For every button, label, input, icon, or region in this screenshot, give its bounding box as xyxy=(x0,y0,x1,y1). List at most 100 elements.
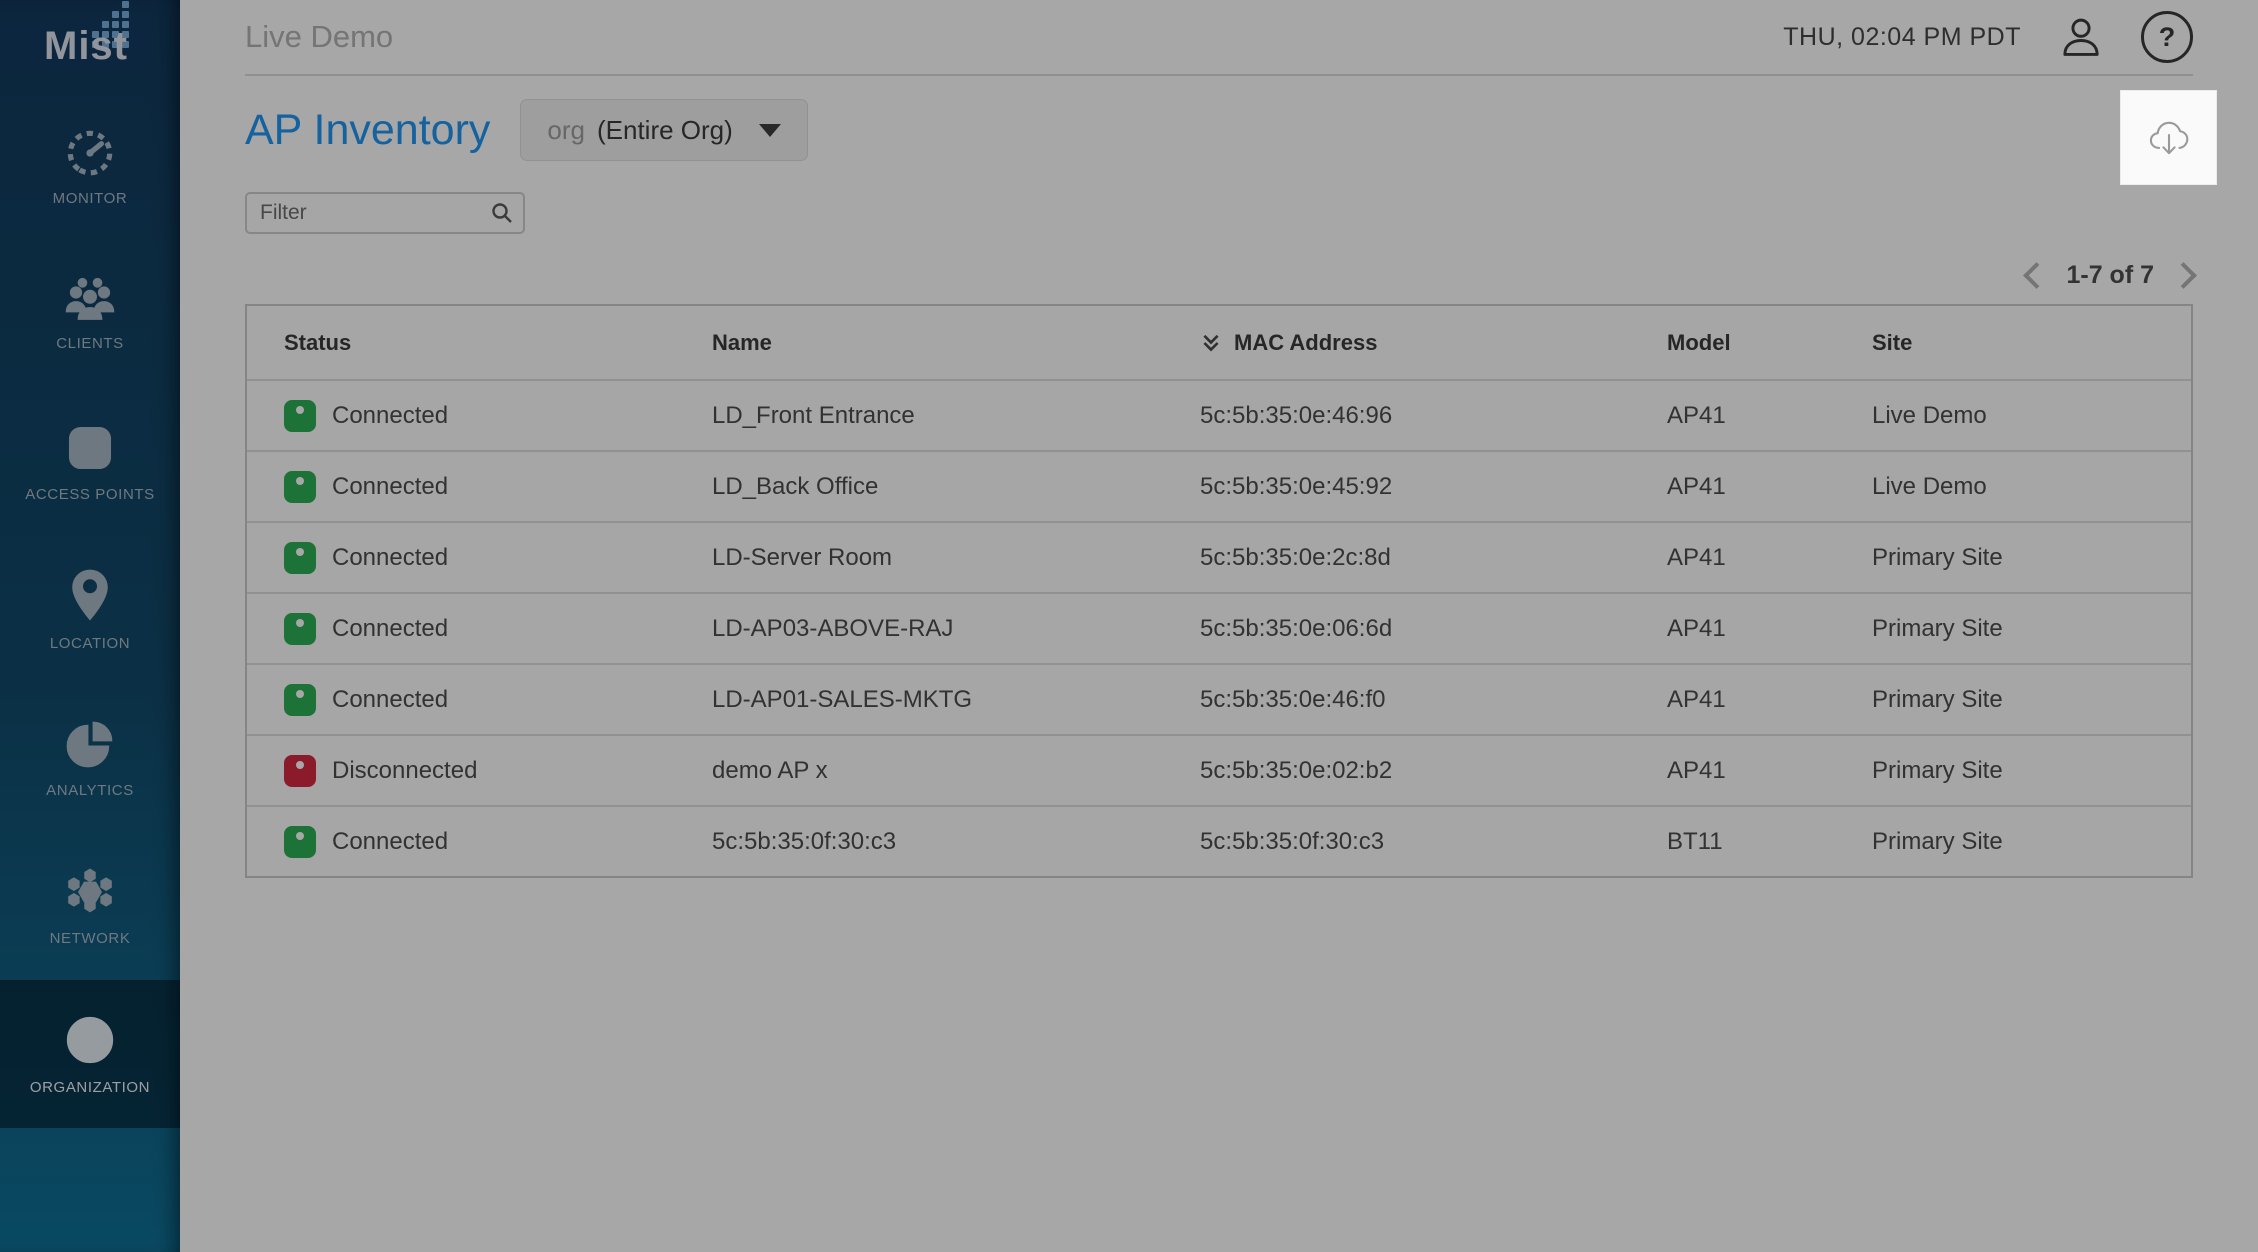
column-header-model[interactable]: Model xyxy=(1667,330,1872,356)
top-bar: Live Demo THU, 02:04 PM PDT ? xyxy=(180,0,2258,74)
sidebar-item-location[interactable]: LOCATION xyxy=(0,536,180,684)
ap-model: AP41 xyxy=(1667,757,1872,785)
table-row[interactable]: Disconnected demo AP x 5c:5b:35:0e:02:b2… xyxy=(247,734,2191,805)
sidebar-item-monitor[interactable]: MONITOR xyxy=(0,92,180,240)
table-row[interactable]: Connected LD_Back Office 5c:5b:35:0e:45:… xyxy=(247,450,2191,521)
status-text: Disconnected xyxy=(332,757,477,785)
sidebar-item-label: CLIENTS xyxy=(56,335,124,352)
ap-site: Primary Site xyxy=(1872,757,2191,785)
sidebar-item-organization[interactable]: ORGANIZATION xyxy=(0,980,180,1128)
help-icon: ? xyxy=(2159,22,2176,53)
header-divider xyxy=(245,74,2193,76)
ap-site: Live Demo xyxy=(1872,402,2191,430)
status-text: Connected xyxy=(332,473,448,501)
access-point-icon xyxy=(63,421,117,475)
sidebar-item-clients[interactable]: CLIENTS xyxy=(0,240,180,388)
sidebar-item-label: ANALYTICS xyxy=(46,782,134,799)
pagination: 1-7 of 7 xyxy=(245,259,2193,291)
search-icon xyxy=(490,201,514,225)
page-title: AP Inventory xyxy=(245,106,490,155)
ap-name: LD_Back Office xyxy=(712,473,1200,501)
help-button[interactable]: ? xyxy=(2141,11,2193,63)
chevron-right-icon[interactable] xyxy=(2170,262,2197,289)
table-row[interactable]: Connected LD-Server Room 5c:5b:35:0e:2c:… xyxy=(247,521,2191,592)
user-icon xyxy=(2059,15,2103,59)
ap-site: Primary Site xyxy=(1872,828,2191,856)
sidebar-item-label: MONITOR xyxy=(53,190,128,207)
page-title-row: AP Inventory org (Entire Org) xyxy=(245,99,2193,161)
user-account-button[interactable] xyxy=(2059,15,2103,59)
status-text: Connected xyxy=(332,686,448,714)
globe-icon xyxy=(62,1012,118,1068)
ap-site: Primary Site xyxy=(1872,686,2191,714)
sidebar: Mist MONITOR xyxy=(0,0,180,1252)
map-pin-icon xyxy=(65,568,115,624)
gauge-icon xyxy=(63,125,117,179)
column-header-name[interactable]: Name xyxy=(712,330,1200,356)
status-text: Connected xyxy=(332,402,448,430)
pagination-range: 1-7 of 7 xyxy=(2066,261,2154,290)
sidebar-item-access-points[interactable]: ACCESS POINTS xyxy=(0,388,180,536)
ap-model: AP41 xyxy=(1667,615,1872,643)
ap-name: LD_Front Entrance xyxy=(712,402,1200,430)
status-text: Connected xyxy=(332,828,448,856)
table-row[interactable]: Connected LD_Front Entrance 5c:5b:35:0e:… xyxy=(247,379,2191,450)
clients-group-icon xyxy=(62,276,118,324)
column-header-mac-label: MAC Address xyxy=(1234,330,1377,356)
ap-mac: 5c:5b:35:0e:46:96 xyxy=(1200,402,1667,430)
sidebar-item-label: NETWORK xyxy=(50,930,131,947)
table-header-row: Status Name MAC Address Model Site xyxy=(247,306,2191,379)
org-scope-dropdown[interactable]: org (Entire Org) xyxy=(520,99,807,161)
hexagon-network-icon xyxy=(63,865,117,919)
cloud-download-icon xyxy=(2148,119,2190,157)
ap-mac: 5c:5b:35:0e:02:b2 xyxy=(1200,757,1667,785)
sidebar-nav: MONITOR CLIENTS xyxy=(0,92,180,1128)
ap-model: AP41 xyxy=(1667,686,1872,714)
status-text: Connected xyxy=(332,544,448,572)
sidebar-item-network[interactable]: NETWORK xyxy=(0,832,180,980)
table-row[interactable]: Connected 5c:5b:35:0f:30:c3 5c:5b:35:0f:… xyxy=(247,805,2191,876)
ap-model: AP41 xyxy=(1667,402,1872,430)
app-window: Mist MONITOR xyxy=(0,0,2258,1252)
chevron-down-icon xyxy=(759,124,781,137)
chevron-left-icon[interactable] xyxy=(2024,262,2051,289)
status-led-icon xyxy=(284,755,316,787)
filter-input[interactable] xyxy=(245,192,525,234)
table-row[interactable]: Connected LD-AP03-ABOVE-RAJ 5c:5b:35:0e:… xyxy=(247,592,2191,663)
ap-inventory-table: Status Name MAC Address Model Site Conne… xyxy=(245,304,2193,878)
scope-value-label: (Entire Org) xyxy=(597,115,733,146)
main-content: Live Demo THU, 02:04 PM PDT ? AP Invento… xyxy=(180,0,2258,1252)
org-name-title: Live Demo xyxy=(245,19,393,55)
export-inventory-button[interactable] xyxy=(2120,90,2217,185)
filter-row xyxy=(245,192,525,234)
ap-mac: 5c:5b:35:0f:30:c3 xyxy=(1200,828,1667,856)
ap-model: BT11 xyxy=(1667,828,1872,856)
column-header-status[interactable]: Status xyxy=(247,330,712,356)
sidebar-item-label: LOCATION xyxy=(50,635,130,652)
status-text: Connected xyxy=(332,615,448,643)
mist-logo-text: Mist xyxy=(44,24,128,69)
mist-logo[interactable]: Mist xyxy=(0,0,180,92)
table-row[interactable]: Connected LD-AP01-SALES-MKTG 5c:5b:35:0e… xyxy=(247,663,2191,734)
ap-mac: 5c:5b:35:0e:2c:8d xyxy=(1200,544,1667,572)
ap-name: LD-AP03-ABOVE-RAJ xyxy=(712,615,1200,643)
ap-mac: 5c:5b:35:0e:06:6d xyxy=(1200,615,1667,643)
status-led-icon xyxy=(284,542,316,574)
ap-mac: 5c:5b:35:0e:46:f0 xyxy=(1200,686,1667,714)
column-header-site[interactable]: Site xyxy=(1872,330,2191,356)
sort-descending-icon xyxy=(1200,332,1222,354)
ap-name: LD-AP01-SALES-MKTG xyxy=(712,686,1200,714)
ap-mac: 5c:5b:35:0e:45:92 xyxy=(1200,473,1667,501)
status-led-icon xyxy=(284,684,316,716)
sidebar-item-label: ORGANIZATION xyxy=(30,1079,150,1096)
pie-chart-icon xyxy=(63,717,117,771)
status-led-icon xyxy=(284,471,316,503)
column-header-mac[interactable]: MAC Address xyxy=(1200,330,1667,356)
clock-text: THU, 02:04 PM PDT xyxy=(1783,23,2021,52)
scope-prefix-label: org xyxy=(547,115,585,146)
ap-site: Primary Site xyxy=(1872,544,2191,572)
ap-name: 5c:5b:35:0f:30:c3 xyxy=(712,828,1200,856)
sidebar-item-analytics[interactable]: ANALYTICS xyxy=(0,684,180,832)
status-led-icon xyxy=(284,826,316,858)
ap-name: demo AP x xyxy=(712,757,1200,785)
